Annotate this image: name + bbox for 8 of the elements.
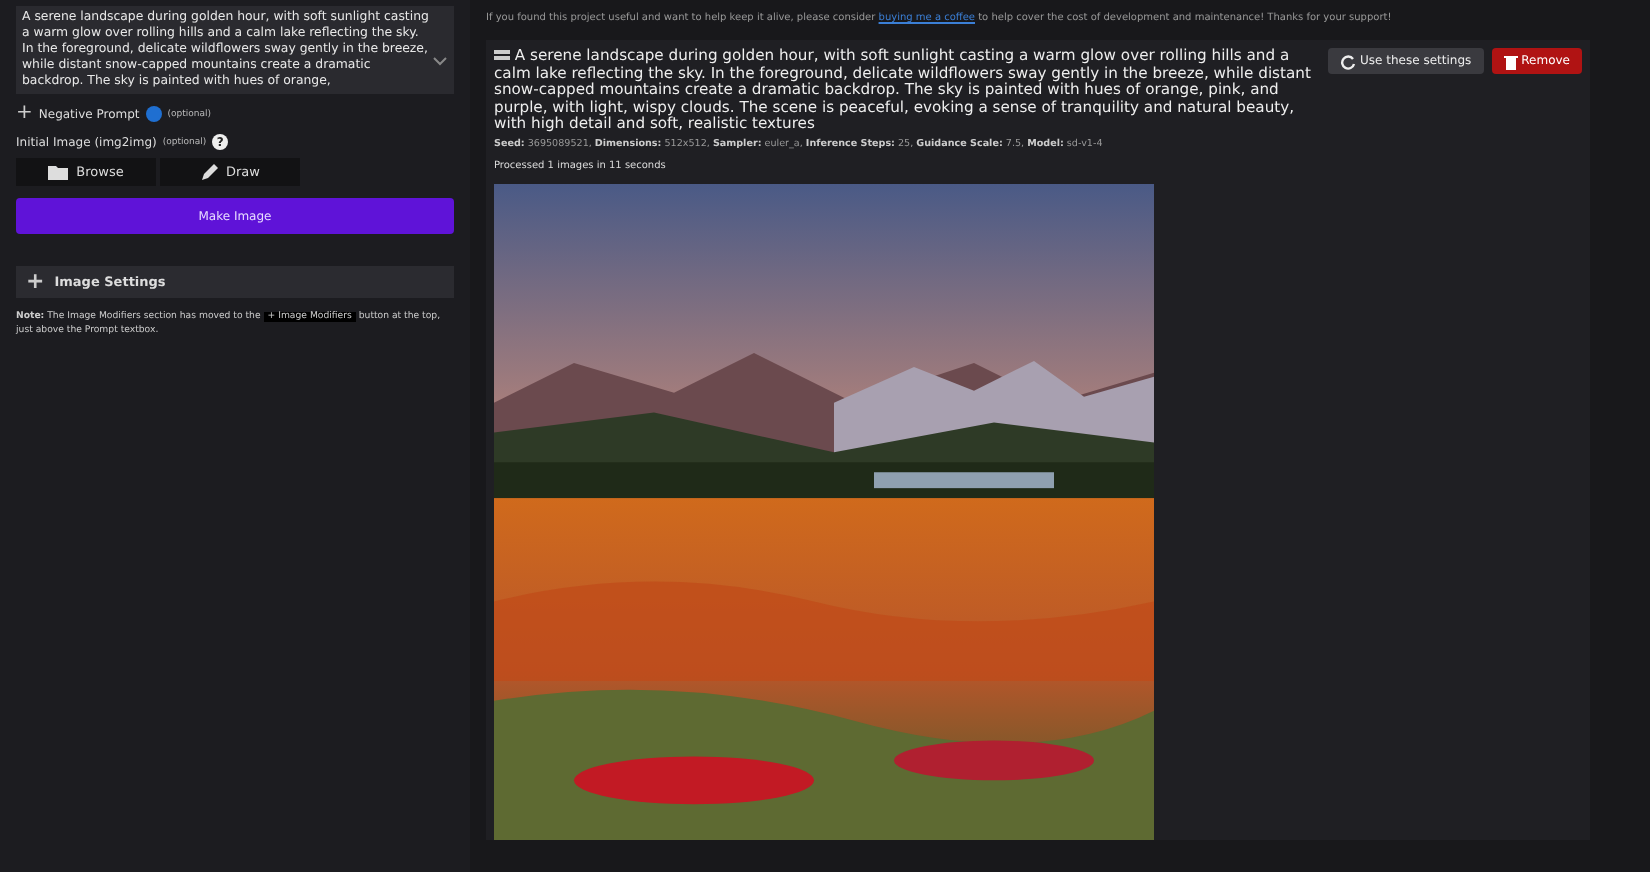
grid-icon xyxy=(494,49,510,62)
trash-icon xyxy=(1503,53,1518,69)
refresh-icon xyxy=(1340,53,1357,69)
expand-icon: + xyxy=(26,272,45,292)
folder-icon xyxy=(48,164,69,180)
plus-icon[interactable]: + xyxy=(16,104,33,124)
pencil-icon xyxy=(200,163,218,181)
info-dot-icon xyxy=(145,106,162,122)
